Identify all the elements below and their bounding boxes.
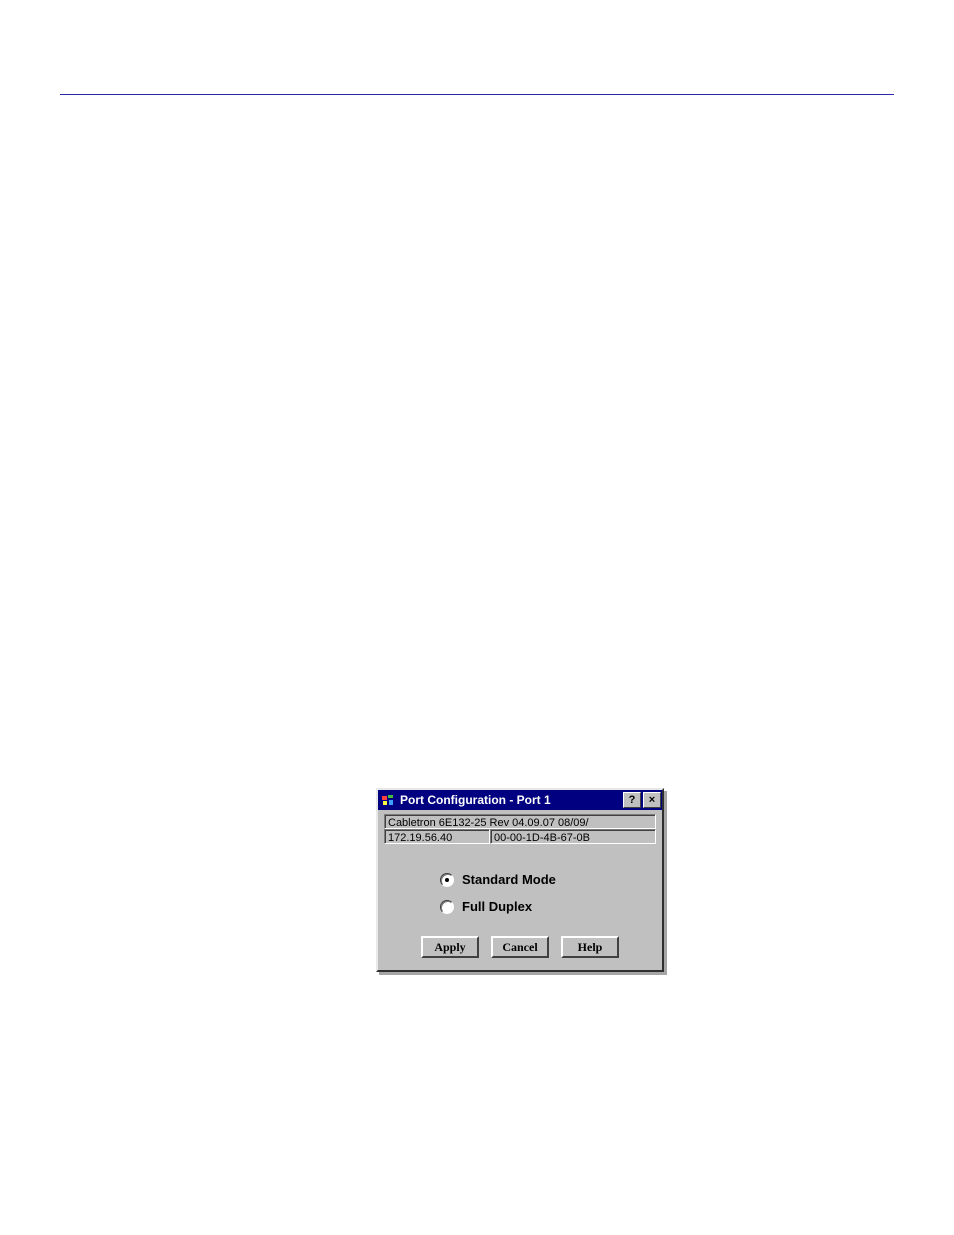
dialog-client-area: Cabletron 6E132-25 Rev 04.09.07 08/09/ 1… [378, 810, 662, 970]
port-configuration-dialog: Port Configuration - Port 1 ? × Cabletro… [376, 788, 664, 972]
close-button[interactable]: × [643, 792, 661, 808]
apply-button[interactable]: Apply [421, 936, 479, 958]
standard-mode-radio[interactable]: Standard Mode [440, 872, 656, 887]
radio-icon [440, 873, 454, 887]
whats-this-button[interactable]: ? [623, 792, 641, 808]
app-icon [380, 792, 396, 808]
device-ip-field: 172.19.56.40 [384, 829, 490, 844]
duplex-mode-radio-group: Standard Mode Full Duplex [440, 872, 656, 914]
device-description-field: Cabletron 6E132-25 Rev 04.09.07 08/09/ [384, 814, 656, 829]
device-mac-field: 00-00-1D-4B-67-0B [490, 829, 656, 844]
cancel-button[interactable]: Cancel [491, 936, 549, 958]
device-info-panel: Cabletron 6E132-25 Rev 04.09.07 08/09/ 1… [384, 814, 656, 844]
titlebar[interactable]: Port Configuration - Port 1 ? × [378, 790, 662, 810]
dialog-button-row: Apply Cancel Help [384, 936, 656, 958]
radio-label: Standard Mode [462, 872, 556, 887]
top-divider [60, 94, 894, 95]
radio-icon [440, 900, 454, 914]
help-button[interactable]: Help [561, 936, 619, 958]
window-title: Port Configuration - Port 1 [400, 793, 622, 807]
radio-label: Full Duplex [462, 899, 532, 914]
full-duplex-radio[interactable]: Full Duplex [440, 899, 656, 914]
